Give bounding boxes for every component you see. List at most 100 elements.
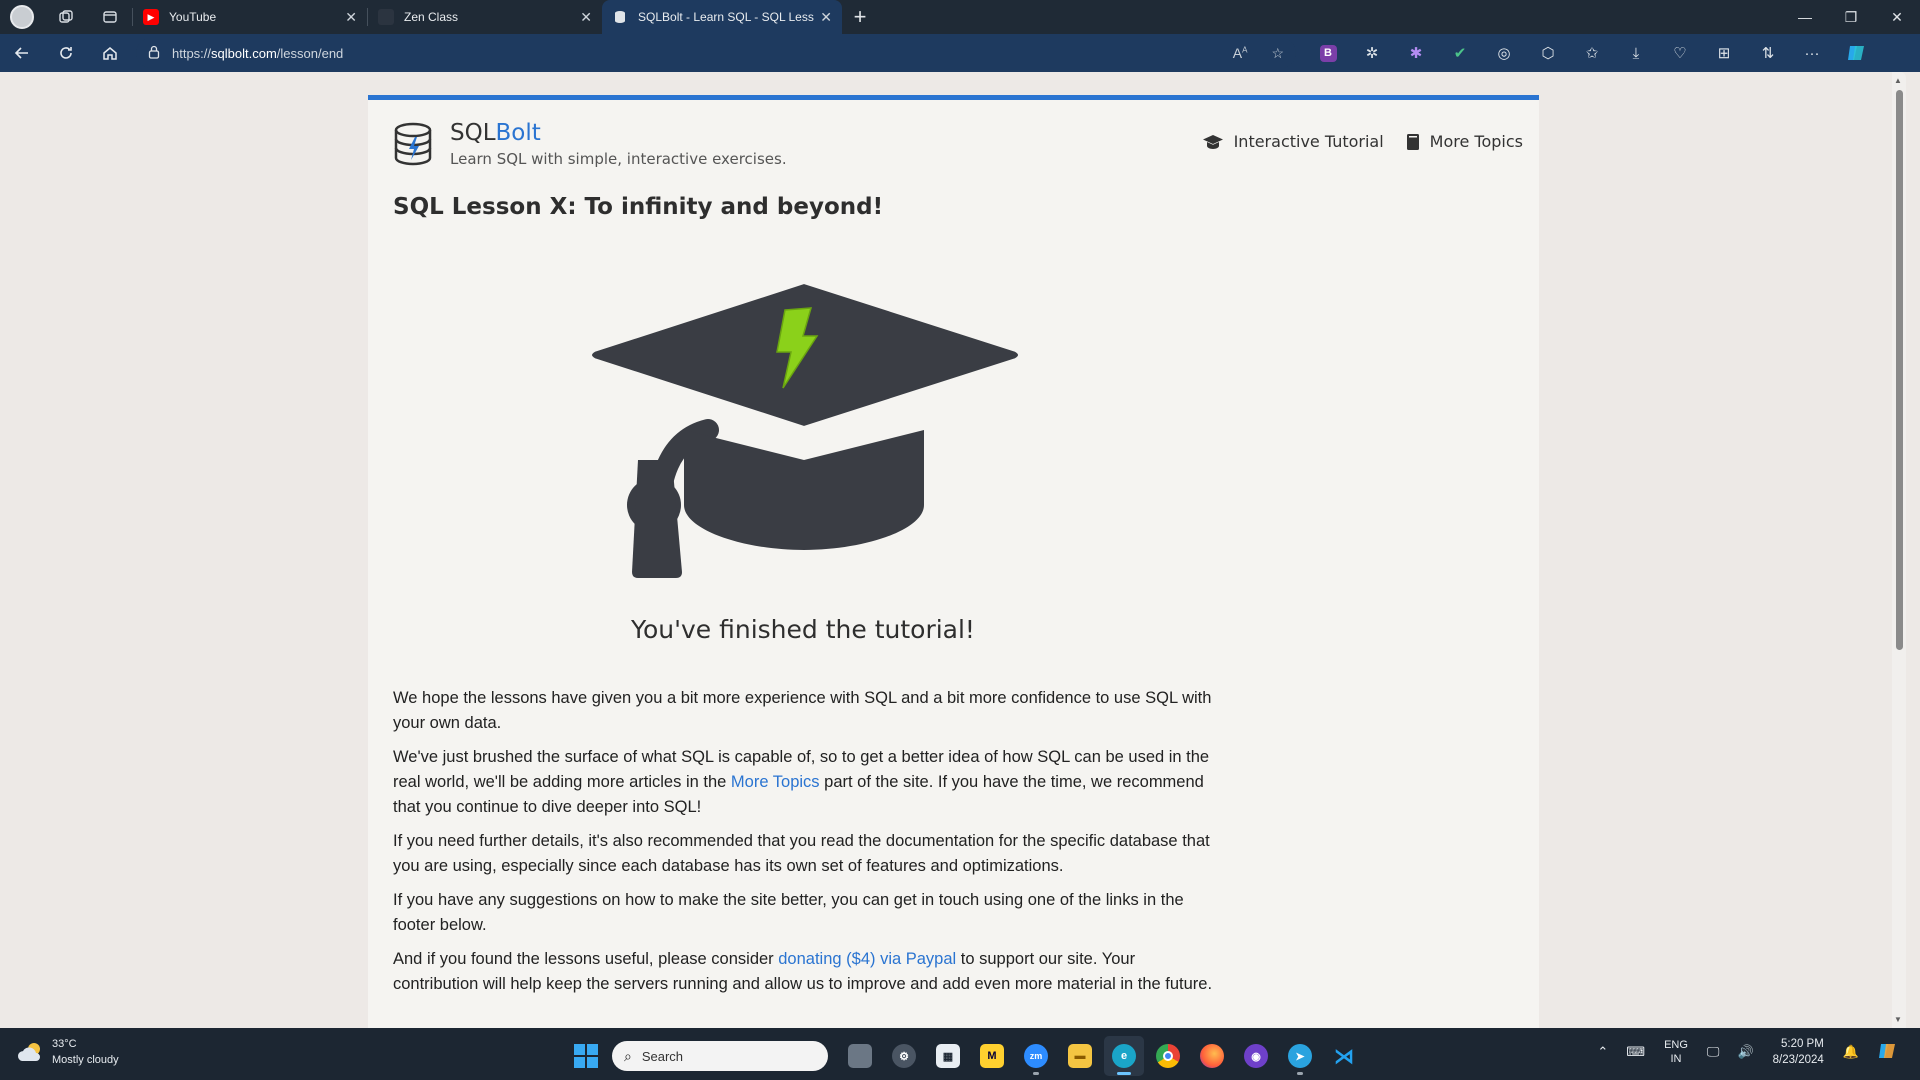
url-prefix: https:// [172,45,212,61]
task-view-app[interactable] [840,1036,880,1076]
graduation-cap-icon [1202,134,1223,149]
start-button[interactable] [568,1038,604,1074]
tab-youtube[interactable]: ▶ YouTube ✕ [133,0,367,34]
miro-app[interactable]: M [972,1036,1012,1076]
copilot-icon[interactable] [1834,43,1878,63]
region-code: IN [1670,1053,1682,1065]
extension-target-icon[interactable]: ◎ [1482,44,1526,62]
network-icon[interactable]: 🖵 [1707,1044,1720,1060]
extension-gear-icon[interactable]: ✲ [1350,44,1394,62]
chrome-app[interactable] [1148,1036,1188,1076]
sqlbolt-icon [612,9,628,25]
profile-avatar[interactable] [10,5,34,29]
close-tab-icon[interactable]: ✕ [345,9,357,26]
site-tagline: Learn SQL with simple, interactive exerc… [450,150,787,168]
restore-icon[interactable]: ❐ [1828,0,1874,34]
brand-bolt: Bolt [495,120,541,146]
search-icon: ⌕ [624,1047,632,1064]
file-explorer-app[interactable]: ▬ [1060,1036,1100,1076]
workspaces-icon[interactable] [44,0,88,34]
zoom-app[interactable]: zm [1016,1036,1056,1076]
close-tab-icon[interactable]: ✕ [580,9,592,26]
github-desktop-app[interactable]: ◉ [1236,1036,1276,1076]
extension-vue-icon[interactable]: ✔ [1438,44,1482,62]
refresh-button[interactable] [44,34,88,72]
more-topics-link[interactable]: More Topics [731,773,820,791]
miro-icon: M [980,1044,1004,1068]
telegram-app[interactable]: ➤ [1280,1036,1320,1076]
firefox-app[interactable] [1192,1036,1232,1076]
favorites-icon[interactable]: ✩ [1570,44,1614,62]
home-button[interactable] [88,34,132,72]
show-hidden-icons-chevron-icon[interactable]: ⌃ [1597,1044,1608,1060]
running-indicator [1117,1072,1131,1075]
tab-label: SQLBolt - Learn SQL - SQL Lesson X: To i… [638,10,814,24]
notifications-bell-icon[interactable]: 🔔 [1843,1044,1859,1060]
chrome-icon [1156,1044,1180,1068]
taskbar-clock[interactable]: 5:20 PM 8/23/2024 [1773,1036,1824,1068]
weather-widget[interactable]: 33°C Mostly cloudy [16,1036,119,1068]
extension-puzzle-purple-icon[interactable]: ✱ [1394,44,1438,62]
url-text[interactable]: https://sqlbolt.com/lesson/end [172,46,1221,61]
lesson-title: SQL Lesson X: To infinity and beyond! [393,194,884,220]
collections-icon[interactable]: ⊞ [1702,44,1746,62]
lesson-body: We hope the lessons have given you a bit… [393,686,1223,1006]
brand-sql: SQL [450,120,496,146]
zoom-icon: zm [1024,1044,1048,1068]
brand-block: SQLBolt Learn SQL with simple, interacti… [450,120,787,168]
page-scrollbar[interactable]: ▲ ▼ [1892,72,1906,1028]
minimize-icon[interactable]: — [1782,0,1828,34]
close-tab-icon[interactable]: ✕ [820,9,832,26]
keyboard-icon[interactable]: ⌨ [1626,1044,1645,1060]
tab-label: YouTube [169,10,217,24]
language-indicator[interactable]: ENG IN [1664,1038,1688,1066]
extensions-icon[interactable]: ⬡ [1526,44,1570,62]
site-brand[interactable]: SQLBolt [450,120,787,146]
lock-icon[interactable] [148,45,160,62]
copilot-taskbar-icon[interactable] [1877,1041,1897,1064]
more-options-icon[interactable]: ··· [1790,45,1834,62]
taskbar-search[interactable]: ⌕ Search [612,1041,828,1071]
extension-b-icon[interactable]: B [1306,44,1350,62]
close-window-icon[interactable]: ✕ [1874,0,1920,34]
vscode-app[interactable]: ⋊ [1324,1036,1364,1076]
read-aloud-icon[interactable]: AA [1233,45,1248,61]
scroll-down-icon[interactable]: ▼ [1894,1015,1902,1024]
nav-more-topics[interactable]: More Topics [1406,132,1523,151]
tab-actions-icon[interactable] [88,0,132,34]
share-icon[interactable]: ⇅ [1746,44,1790,62]
content-card: SQLBolt Learn SQL with simple, interacti… [368,95,1539,1028]
store-app[interactable]: ▦ [928,1036,968,1076]
windows-taskbar: 33°C Mostly cloudy ⌕ Search ⚙ ▦ M zm ▬ e… [0,1028,1920,1080]
paragraph-1: We hope the lessons have given you a bit… [393,689,1212,732]
new-tab-button[interactable]: + [842,4,878,30]
finished-message: You've finished the tutorial! [631,615,975,644]
database-logo-icon[interactable] [393,122,433,166]
browser-essentials-icon[interactable]: ♡ [1658,44,1702,62]
scroll-up-icon[interactable]: ▲ [1894,76,1902,85]
search-placeholder: Search [641,1048,684,1064]
settings-app[interactable]: ⚙ [884,1036,924,1076]
tab-zen-class[interactable]: Zen Class ✕ [368,0,602,34]
language-code: ENG [1664,1039,1688,1051]
volume-icon[interactable]: 🔊 [1737,1044,1753,1060]
site-header: SQLBolt Learn SQL with simple, interacti… [393,120,787,168]
back-button[interactable] [0,34,44,72]
downloads-icon[interactable]: ⤓ [1614,45,1658,62]
task-view-icon [848,1044,872,1068]
nav-interactive-tutorial[interactable]: Interactive Tutorial [1202,132,1384,151]
page-viewport[interactable]: SQLBolt Learn SQL with simple, interacti… [4,72,1906,1028]
scrollbar-thumb[interactable] [1896,90,1903,650]
folder-icon: ▬ [1068,1044,1092,1068]
tab-sqlbolt[interactable]: SQLBolt - Learn SQL - SQL Lesson X: To i… [602,0,842,34]
favorite-star-icon[interactable]: ☆ [1271,45,1284,62]
nav-label: Interactive Tutorial [1233,132,1384,151]
home-icon [103,47,117,60]
edge-app[interactable]: e [1104,1036,1144,1076]
window-controls: — ❐ ✕ [1782,0,1920,34]
address-bar[interactable]: https://sqlbolt.com/lesson/end AA ☆ [136,38,1296,68]
browser-tab-bar: ▶ YouTube ✕ Zen Class ✕ SQLBolt - Learn … [0,0,1920,34]
browser-toolbar: https://sqlbolt.com/lesson/end AA ☆ B ✲ … [0,34,1920,72]
cloudy-weather-icon [17,1043,40,1061]
donate-paypal-link[interactable]: donating ($4) via Paypal [778,950,956,968]
